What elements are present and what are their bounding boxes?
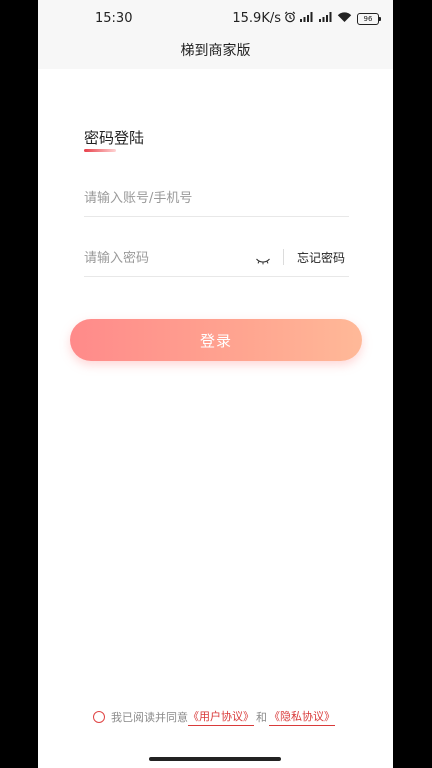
- field-divider: [283, 249, 284, 265]
- eye-closed-icon[interactable]: [255, 252, 271, 265]
- login-title-underline: [84, 149, 116, 152]
- agreement-and: 和: [256, 711, 267, 724]
- wifi-icon: [337, 11, 352, 26]
- top-bar: 15:30 15.9K/s 96 梯到商家版: [38, 0, 393, 69]
- status-icons: 15.9K/s 96: [232, 11, 381, 26]
- agreement-prefix: 我已阅读并同意: [111, 711, 188, 724]
- battery-icon: 96: [357, 12, 381, 25]
- forgot-password-link[interactable]: 忘记密码: [297, 249, 345, 266]
- login-button[interactable]: 登录: [70, 319, 362, 361]
- user-agreement-link[interactable]: 《用户协议》: [188, 708, 254, 726]
- privacy-policy-link[interactable]: 《隐私协议》: [269, 708, 335, 726]
- password-field: 忘记密码: [84, 240, 349, 277]
- agree-radio[interactable]: [93, 711, 105, 723]
- page-title: 梯到商家版: [180, 43, 251, 59]
- login-title: 密码登陆: [84, 129, 145, 147]
- network-speed: 15.9K/s: [232, 11, 281, 26]
- alarm-icon: [284, 11, 296, 26]
- status-time: 15:30: [95, 11, 133, 26]
- battery-level: 96: [363, 14, 373, 23]
- account-field: [84, 180, 349, 217]
- account-input[interactable]: [84, 188, 344, 208]
- signal-icon: [318, 11, 334, 26]
- app-screen: 15:30 15.9K/s 96 梯到商家版 密码登陆 请输入账号/手机号 忘记…: [38, 0, 393, 768]
- signal-icon: [299, 11, 315, 26]
- home-indicator[interactable]: [149, 757, 281, 761]
- agreement-row: 我已阅读并同意 《用户协议》 和 《隐私协议》: [93, 708, 335, 726]
- password-input[interactable]: [84, 248, 244, 268]
